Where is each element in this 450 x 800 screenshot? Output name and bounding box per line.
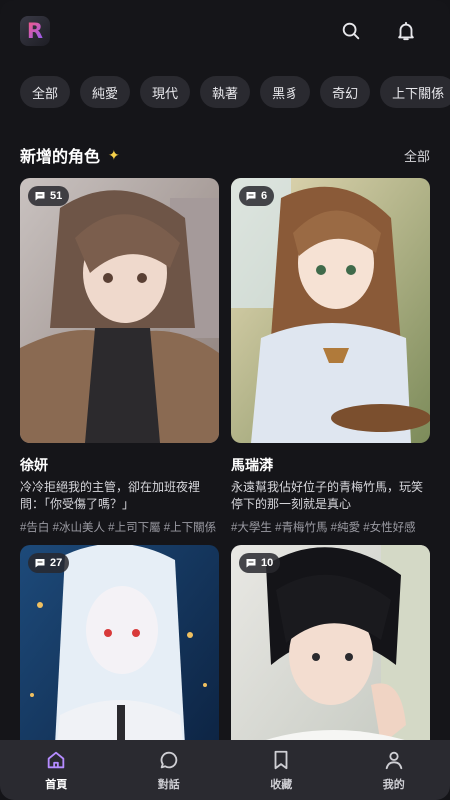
search-icon: [342, 22, 360, 40]
character-portrait: [20, 178, 219, 443]
profile-icon: [385, 751, 402, 769]
character-tags: #告白 #冰山美人 #上司下屬 #上下關係: [20, 522, 217, 534]
logo-letter: R: [26, 19, 44, 43]
chip-fantasy[interactable]: 奇幻: [320, 76, 371, 108]
chat-count: 51: [50, 190, 63, 202]
chat-count: 10: [261, 557, 274, 569]
character-name: 徐妍: [20, 457, 48, 473]
bell-icon: [398, 21, 414, 41]
character-tags: #大學生 #青梅竹馬 #純愛 #女性好感: [231, 522, 416, 534]
chat-bubble-icon: [35, 192, 45, 201]
search-button[interactable]: [339, 19, 363, 43]
notification-button[interactable]: [394, 19, 418, 43]
chat-bubble-icon: [246, 559, 256, 568]
chip-all[interactable]: 全部: [20, 76, 71, 108]
nav-profile-label: 我的: [382, 778, 405, 791]
nav-profile[interactable]: 我的: [354, 744, 434, 796]
app-screen: R 全部 純愛 現代 執著 黑豸 奇幻 上下關係 新增的角色 ✦ 全部 51 徐…: [0, 0, 450, 800]
chat-bubble-icon: [35, 559, 45, 568]
character-image[interactable]: 51: [20, 178, 219, 443]
nav-chat-label: 對話: [157, 778, 180, 791]
see-all-link[interactable]: 全部: [404, 146, 430, 165]
character-card[interactable]: 6 馬瑞漭 永遠幫我佔好位子的青梅竹馬，玩笑停下的那一刻就是真心 #大學生 #青…: [231, 178, 430, 535]
section-title: 新增的角色 ✦: [20, 143, 120, 167]
bookmark-icon: [274, 750, 288, 769]
app-logo[interactable]: R: [20, 16, 50, 46]
character-name: 馬瑞漭: [231, 457, 273, 473]
chip-pure-love[interactable]: 純愛: [80, 76, 131, 108]
chat-count-badge: 27: [28, 553, 70, 573]
nav-bookmarks-label: 收藏: [270, 778, 293, 791]
chip-modern[interactable]: 現代: [140, 76, 191, 108]
section-title-text: 新增的角色: [20, 149, 101, 166]
character-portrait: [231, 178, 430, 443]
nav-home[interactable]: 首頁: [16, 744, 96, 796]
nav-home-label: 首頁: [45, 778, 68, 791]
home-icon: [48, 751, 65, 768]
chat-count: 27: [50, 557, 63, 569]
category-chips: 全部 純愛 現代 執著 黑豸 奇幻 上下關係: [20, 76, 450, 108]
chat-bubble-icon: [246, 192, 256, 201]
character-image[interactable]: 6: [231, 178, 430, 443]
character-card[interactable]: 51 徐妍 冷冷拒絕我的主管，卻在加班夜裡問：「你受傷了嗎？」 #告白 #冰山美…: [20, 178, 219, 535]
chip-dark[interactable]: 黑豸: [260, 76, 311, 108]
character-description: 永遠幫我佔好位子的青梅竹馬，玩笑停下的那一刻就是真心: [231, 480, 424, 511]
chat-count-badge: 51: [28, 186, 70, 206]
chat-icon: [160, 751, 177, 768]
nav-chat[interactable]: 對話: [129, 744, 209, 796]
chip-obsession[interactable]: 執著: [200, 76, 251, 108]
chip-hierarchy[interactable]: 上下關係: [380, 76, 450, 108]
sparkle-icon: ✦: [108, 146, 120, 163]
character-description: 冷冷拒絕我的主管，卻在加班夜裡問：「你受傷了嗎？」: [20, 480, 201, 511]
chat-count-badge: 10: [239, 553, 281, 573]
chat-count-badge: 6: [239, 186, 275, 206]
nav-bookmarks[interactable]: 收藏: [241, 744, 321, 796]
bottom-navigation: 首頁 對話 收藏 我的: [0, 740, 450, 800]
chat-count: 6: [261, 190, 268, 202]
top-bar: R: [0, 0, 450, 64]
